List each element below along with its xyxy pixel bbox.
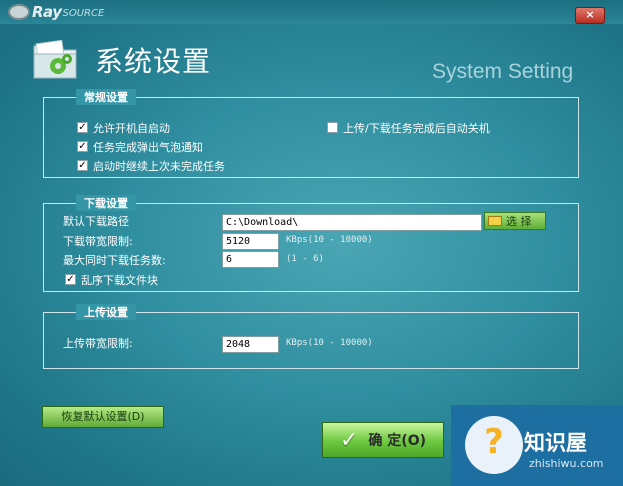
settings-window: Ray SOURCE × 系统设置 System Setting 常规设置 ✓ …	[0, 0, 623, 486]
download-bandwidth-input[interactable]: 5120	[222, 233, 279, 250]
download-bandwidth-unit: KBps(10 - 10000)	[286, 235, 373, 245]
max-tasks-input[interactable]: 6	[222, 251, 279, 268]
auto-start-checkbox[interactable]: ✓	[77, 122, 88, 133]
shuffle-blocks-checkbox[interactable]: ✓	[65, 274, 76, 285]
upload-settings-group: 上传设置 上传带宽限制: 2048 KBps(10 - 10000)	[43, 304, 579, 369]
raysource-logo: Ray SOURCE	[8, 3, 104, 21]
download-settings-title: 下载设置	[76, 195, 136, 211]
watermark-badge: ? 知识屋 zhishiwu.com	[451, 405, 623, 486]
resume-tasks-label[interactable]: 启动时继续上次未完成任务	[93, 158, 225, 174]
general-settings-group: 常规设置 ✓ 允许开机自启动 ✓ 任务完成弹出气泡通知 ✓ 启动时继续上次未完成…	[43, 89, 579, 178]
title-bar: Ray SOURCE ×	[0, 0, 623, 24]
page-title: 系统设置	[95, 45, 212, 78]
download-path-label: 默认下载路径	[63, 215, 129, 228]
settings-folder-icon	[33, 40, 77, 79]
close-button[interactable]: ×	[575, 7, 605, 24]
logo-icon	[8, 4, 30, 20]
download-path-input[interactable]: C:\Download\	[222, 214, 482, 231]
ok-button-label: 确 定(O)	[368, 433, 426, 449]
max-tasks-label: 最大同时下载任务数:	[63, 254, 166, 267]
upload-bandwidth-label: 上传带宽限制:	[63, 337, 133, 350]
upload-bandwidth-unit: KBps(10 - 10000)	[286, 338, 373, 348]
general-settings-title: 常规设置	[76, 89, 136, 105]
bubble-notify-checkbox[interactable]: ✓	[77, 141, 88, 152]
max-tasks-range: (1 - 6)	[286, 254, 324, 264]
bubble-notify-label[interactable]: 任务完成弹出气泡通知	[93, 139, 203, 155]
auto-shutdown-label[interactable]: 上传/下载任务完成后自动关机	[343, 120, 490, 136]
upload-settings-title: 上传设置	[76, 304, 136, 320]
page-subtitle: System Setting	[432, 60, 574, 83]
watermark-url: zhishiwu.com	[529, 457, 604, 470]
auto-start-label[interactable]: 允许开机自启动	[93, 120, 170, 136]
shuffle-blocks-label[interactable]: 乱序下载文件块	[81, 272, 158, 288]
watermark-name: 知识屋	[524, 431, 587, 455]
checkmark-icon: ✓	[339, 427, 359, 453]
browse-button-label: 选 择	[506, 215, 532, 228]
logo-subtext: SOURCE	[62, 8, 105, 19]
download-bandwidth-label: 下载带宽限制:	[63, 235, 133, 248]
question-mark-icon: ?	[484, 422, 504, 462]
logo-text: Ray	[32, 3, 62, 21]
ok-button[interactable]: ✓ 确 定(O)	[322, 422, 444, 458]
resume-tasks-checkbox[interactable]: ✓	[77, 160, 88, 171]
folder-icon	[488, 216, 502, 226]
auto-shutdown-checkbox[interactable]	[327, 122, 338, 133]
upload-bandwidth-input[interactable]: 2048	[222, 336, 279, 353]
restore-defaults-button[interactable]: 恢复默认设置(D)	[42, 406, 164, 428]
browse-button[interactable]: 选 择	[484, 212, 546, 230]
